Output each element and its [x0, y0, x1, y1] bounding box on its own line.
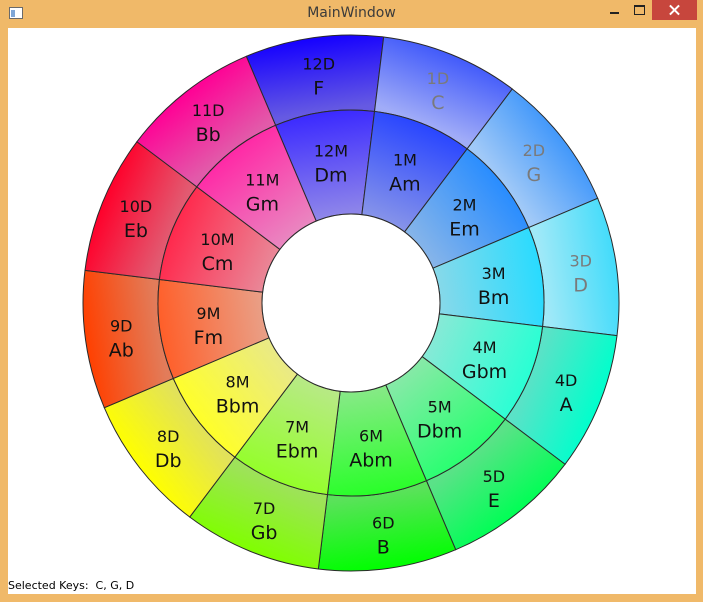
inner-key-code-label: 8M — [226, 373, 250, 392]
outer-key-code-label: 9D — [110, 316, 133, 335]
inner-key-code-label: 5M — [428, 397, 452, 416]
inner-key-code-label: 7M — [285, 418, 309, 437]
camelot-key-wheel: 12D F 1D C 2D G 3D D 4D A 5D E 6D B 7D Gb 8D Db 9D Ab 10D Eb 1… — [82, 34, 620, 572]
outer-key-name-label: Bb — [196, 124, 221, 146]
inner-key-name-label: Abm — [349, 450, 393, 472]
inner-key-code-label: 4M — [473, 338, 497, 357]
selected-keys-status: Selected Keys: C, G, D — [8, 579, 135, 592]
outer-key-name-label: C — [431, 92, 444, 114]
outer-key-name-label: G — [526, 164, 541, 186]
inner-key-code-label: 11M — [245, 171, 279, 190]
maximize-icon[interactable] — [626, 0, 653, 20]
client-area: 12D F 1D C 2D G 3D D 4D A 5D E 6D B 7D Gb 8D Db 9D Ab 10D Eb 1… — [8, 28, 696, 594]
outer-key-code-label: 3D — [569, 252, 592, 271]
inner-key-name-label: Cm — [202, 253, 234, 275]
inner-key-name-label: Bm — [478, 287, 510, 309]
wheel-center-hole — [261, 213, 441, 393]
outer-key-code-label: 2D — [523, 141, 546, 160]
outer-key-name-label: Gb — [251, 522, 278, 544]
outer-key-code-label: 4D — [555, 371, 578, 390]
inner-key-code-label: 10M — [200, 230, 234, 249]
outer-key-code-label: 7D — [253, 499, 276, 518]
inner-key-name-label: Gm — [246, 194, 279, 216]
inner-key-name-label: Bbm — [216, 396, 260, 418]
inner-key-code-label: 12M — [314, 141, 348, 160]
outer-key-name-label: E — [488, 490, 500, 512]
inner-key-code-label: 9M — [196, 304, 220, 323]
outer-key-code-label: 5D — [483, 467, 506, 486]
inner-key-name-label: Dm — [314, 164, 347, 186]
inner-key-name-label: Em — [449, 218, 480, 240]
inner-key-name-label: Fm — [194, 327, 223, 349]
outer-key-name-label: D — [573, 275, 588, 297]
outer-key-code-label: 10D — [120, 197, 153, 216]
outer-key-code-label: 8D — [157, 427, 180, 446]
outer-key-name-label: A — [560, 394, 573, 416]
outer-key-code-label: 1D — [427, 69, 450, 88]
inner-key-name-label: Gbm — [462, 361, 507, 383]
minimize-icon[interactable] — [601, 0, 628, 20]
outer-key-code-label: 12D — [302, 54, 335, 73]
inner-key-code-label: 2M — [452, 195, 476, 214]
outer-key-name-label: Db — [155, 450, 182, 472]
outer-key-code-label: 11D — [192, 101, 225, 120]
inner-key-name-label: Dbm — [417, 420, 462, 442]
inner-key-name-label: Am — [389, 173, 421, 195]
outer-key-name-label: F — [313, 77, 324, 99]
window-title: MainWindow — [307, 5, 396, 21]
outer-key-name-label: Ab — [109, 339, 134, 361]
title-bar[interactable]: MainWindow — [0, 0, 703, 28]
outer-key-name-label: Eb — [124, 220, 148, 242]
close-icon[interactable] — [652, 0, 697, 20]
inner-key-code-label: 3M — [482, 264, 506, 283]
inner-key-name-label: Ebm — [276, 441, 319, 463]
outer-key-name-label: B — [377, 537, 390, 559]
inner-key-code-label: 1M — [393, 150, 417, 169]
inner-key-code-label: 6M — [359, 427, 383, 446]
outer-key-code-label: 6D — [372, 514, 395, 533]
